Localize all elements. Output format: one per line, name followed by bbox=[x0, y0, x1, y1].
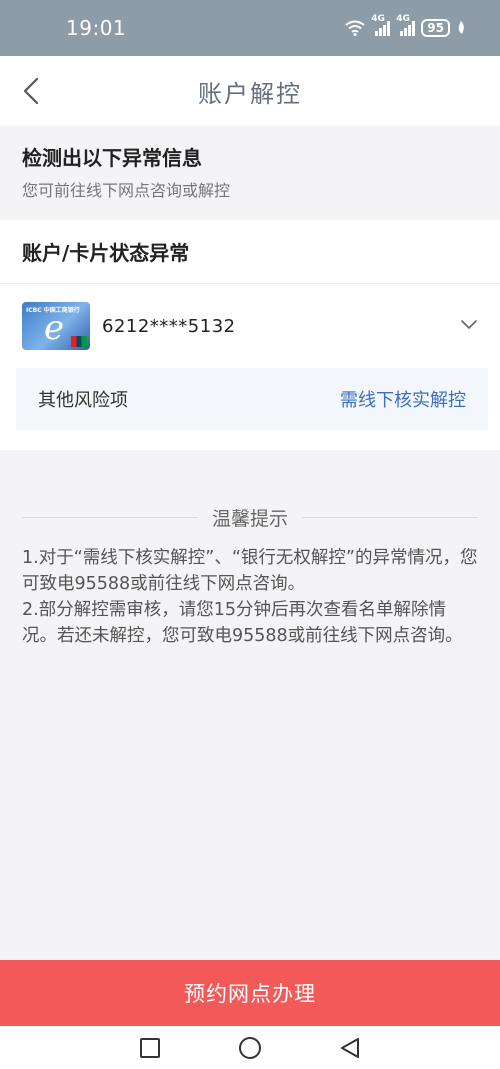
risk-action-link[interactable]: 需线下核实解控 bbox=[340, 386, 466, 412]
signal-icon: 4G bbox=[396, 14, 416, 36]
tip-item: 2.部分解控需审核，请您15分钟后再次查看名单解除情况。若还未解控，您可致电95… bbox=[22, 600, 463, 646]
chevron-down-icon[interactable] bbox=[460, 316, 478, 334]
signal-icon: 4G bbox=[371, 14, 391, 36]
tips-header: 温馨提示 bbox=[22, 505, 479, 530]
detect-title: 检测出以下异常信息 bbox=[22, 146, 202, 170]
risk-item: 其他风险项 需线下核实解控 bbox=[16, 368, 488, 430]
battery-level: 95 bbox=[427, 21, 444, 35]
page-title: 账户解控 bbox=[198, 79, 302, 108]
tips-section: 温馨提示 1.对于“需线下核实解控”、“银行无权解控”的异常情况，您可致电955… bbox=[0, 450, 500, 960]
detect-info: 检测出以下异常信息 您可前往线下网点咨询或解控 bbox=[0, 126, 500, 220]
leaf-icon bbox=[458, 21, 464, 34]
tips-body: 1.对于“需线下核实解控”、“银行无权解控”的异常情况，您可致电95588或前往… bbox=[22, 545, 480, 649]
system-nav-bar bbox=[0, 1026, 500, 1069]
wifi-icon bbox=[345, 20, 365, 36]
home-icon[interactable] bbox=[238, 1036, 262, 1060]
book-branch-button[interactable]: 预约网点办理 bbox=[0, 960, 500, 1026]
detect-subtitle: 您可前往线下网点咨询或解控 bbox=[22, 181, 231, 200]
tips-title: 温馨提示 bbox=[212, 507, 289, 530]
risk-label: 其他风险项 bbox=[38, 390, 128, 411]
card-row[interactable]: ICBC 中国工商银行 e 6212****5132 bbox=[0, 284, 500, 368]
tip-item: 1.对于“需线下核实解控”、“银行无权解控”的异常情况，您可致电95588或前往… bbox=[22, 548, 478, 594]
account-section: 账户/卡片状态异常 ICBC 中国工商银行 e 6212****5132 其他风… bbox=[0, 220, 500, 450]
battery-icon: 95 bbox=[421, 19, 450, 37]
divider bbox=[302, 516, 479, 518]
status-icons: 4G 4G 95 bbox=[345, 14, 466, 37]
chevron-left-icon bbox=[23, 77, 39, 105]
card-number: 6212****5132 bbox=[102, 315, 236, 337]
bank-card-image: ICBC 中国工商银行 e bbox=[22, 302, 90, 350]
section-title: 账户/卡片状态异常 bbox=[0, 220, 500, 284]
back-nav-icon[interactable] bbox=[339, 1037, 361, 1059]
nav-bar: 账户解控 bbox=[0, 56, 500, 126]
status-bar: 19:01 4G 4G 95 bbox=[0, 0, 500, 56]
status-time: 19:01 bbox=[66, 16, 127, 40]
divider bbox=[22, 516, 198, 518]
back-button[interactable] bbox=[14, 74, 48, 108]
unionpay-icon bbox=[71, 336, 87, 347]
recent-apps-icon[interactable] bbox=[139, 1037, 161, 1059]
